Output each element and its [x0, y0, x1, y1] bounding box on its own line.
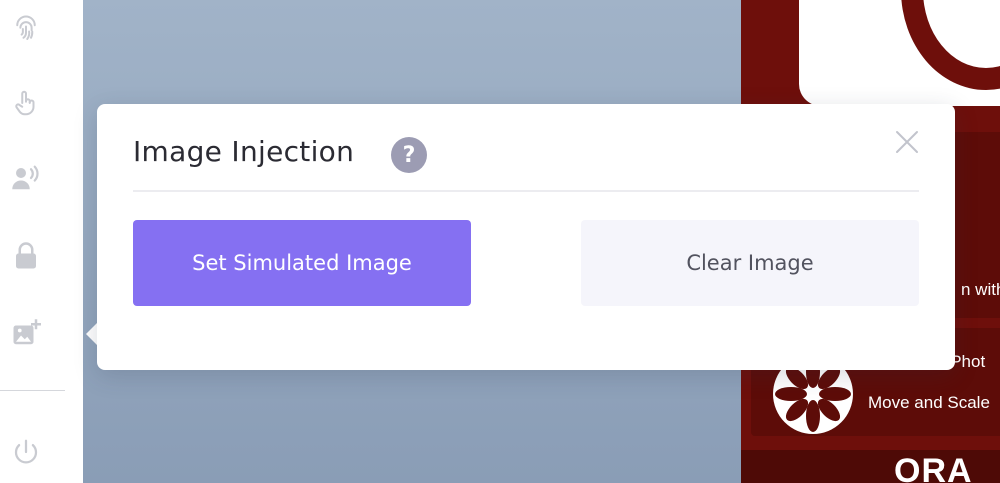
clear-image-button[interactable]: Clear Image: [581, 220, 919, 306]
power-icon[interactable]: [4, 430, 48, 474]
device-text-line-3: Move and Scale: [868, 393, 990, 412]
fingerprint-icon[interactable]: [4, 7, 48, 51]
close-icon[interactable]: [893, 128, 921, 156]
help-icon[interactable]: ?: [391, 137, 427, 173]
popover-title: Image Injection: [133, 135, 355, 168]
voice-icon[interactable]: [4, 156, 48, 200]
popover-divider: [133, 190, 919, 192]
device-text-line-1: n with: [961, 280, 1000, 299]
set-simulated-image-button[interactable]: Set Simulated Image: [133, 220, 471, 306]
sidebar: [0, 0, 83, 483]
touch-icon[interactable]: [4, 81, 48, 125]
image-add-icon[interactable]: [4, 311, 48, 355]
device-bottom-text: ORA: [894, 452, 973, 483]
image-injection-popover: Image Injection ? Set Simulated Image Cl…: [97, 104, 955, 370]
sidebar-divider: [0, 390, 65, 391]
lock-icon[interactable]: [4, 234, 48, 278]
